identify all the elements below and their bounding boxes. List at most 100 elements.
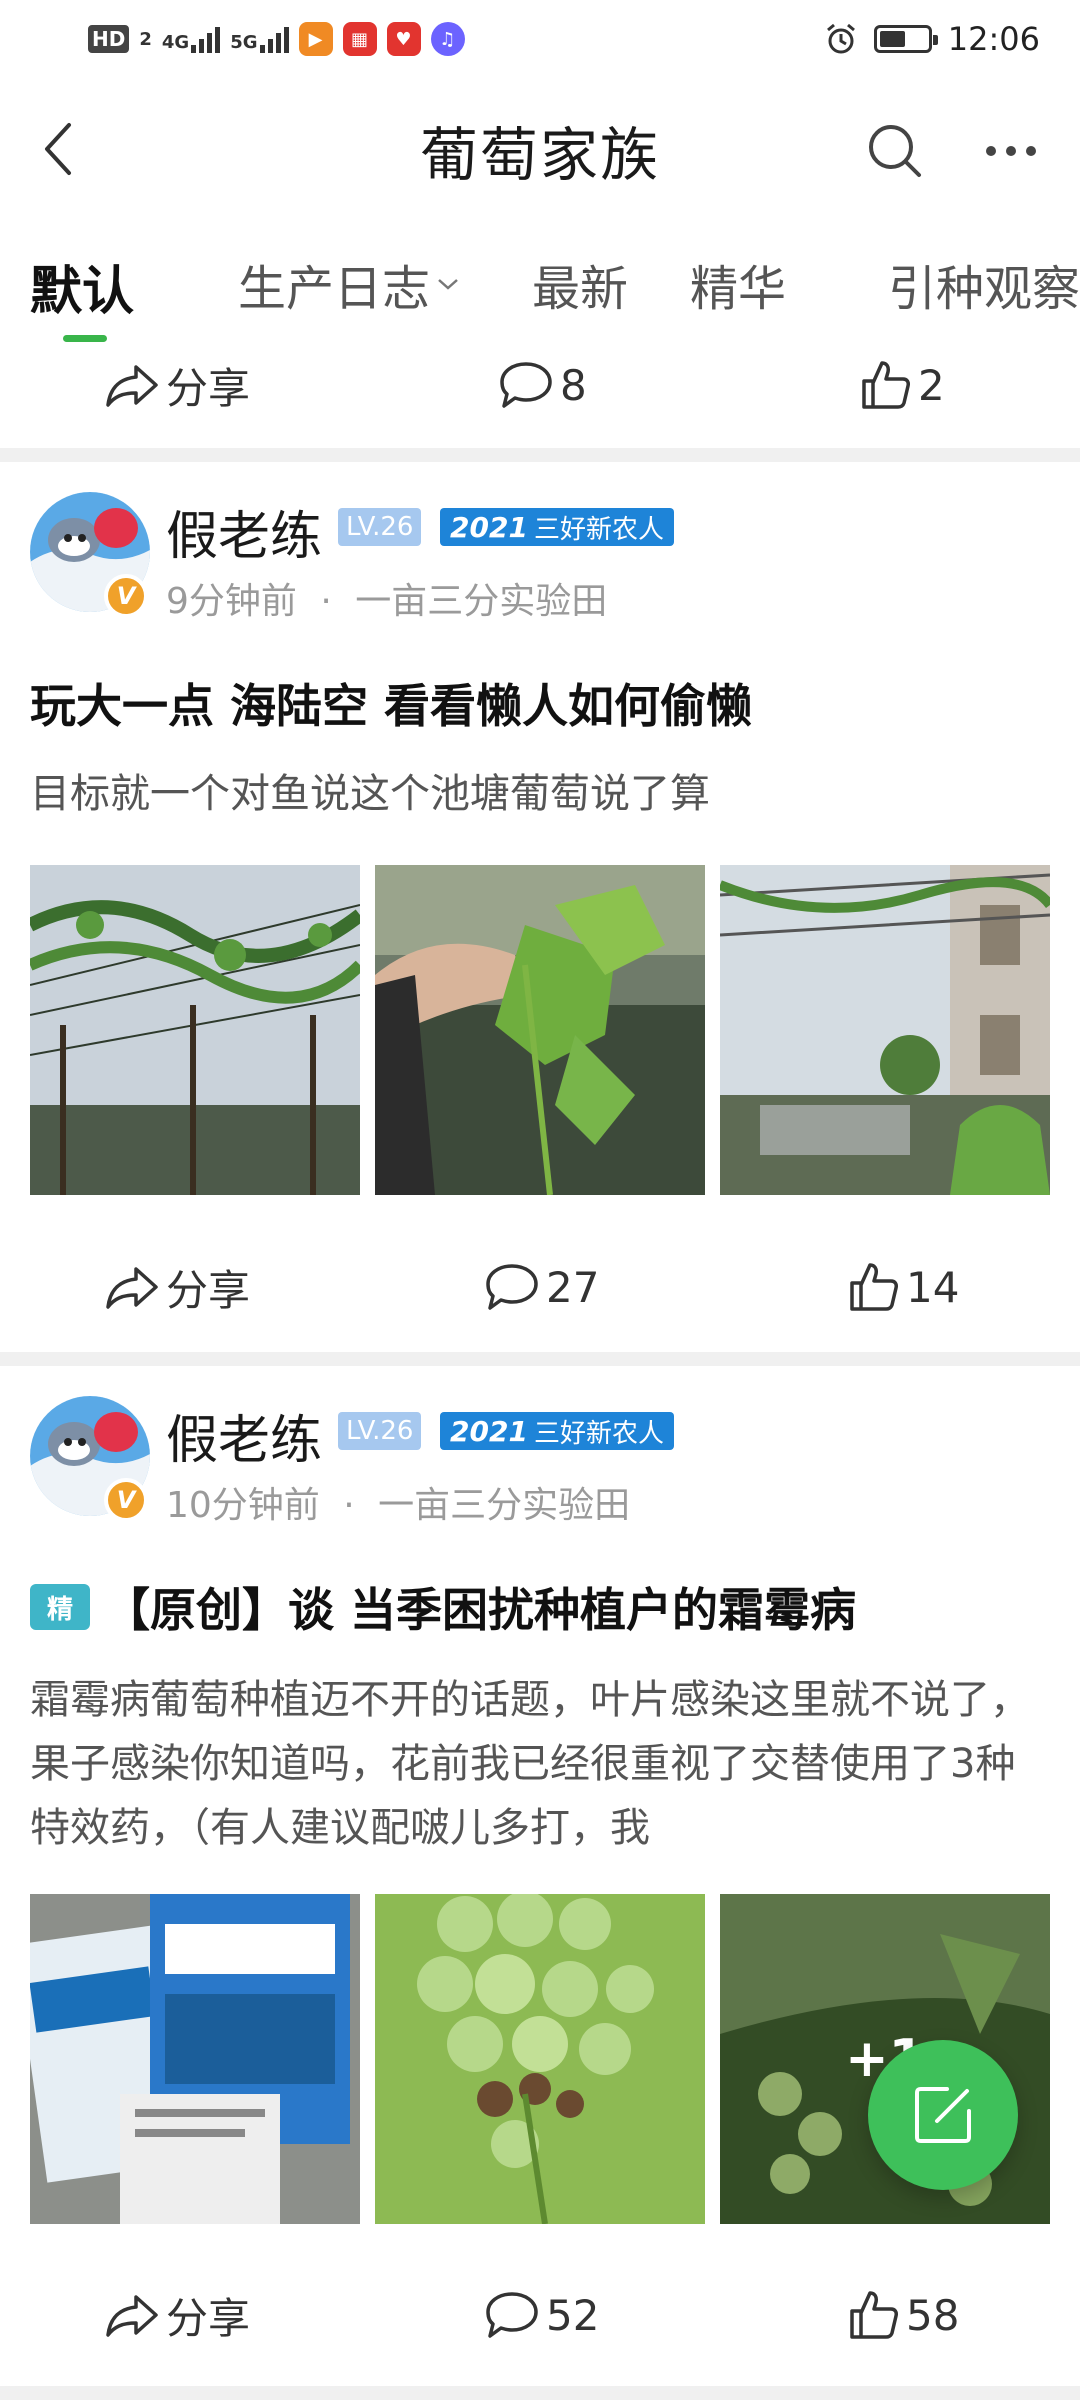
status-bar: HD 2 4G 5G ▶ ▦ ♥ ♫ 12:06 (0, 0, 1080, 78)
tab-variety-observation[interactable]: 引种观察 (888, 249, 1080, 319)
back-button[interactable] (24, 114, 94, 184)
post-meta: 9分钟前 · 一亩三分实验田 (166, 572, 607, 624)
comment-button[interactable]: 8 (498, 340, 587, 430)
essence-tag: 精 (30, 1584, 90, 1630)
section-divider (0, 2386, 1080, 2400)
search-button[interactable] (860, 116, 930, 186)
like-button[interactable]: 14 (848, 1242, 959, 1332)
meta-separator: · (343, 1485, 355, 1526)
chevron-down-icon (438, 279, 458, 290)
post-title-text: 玩大一点 海陆空 看看懒人如何偷懒 (30, 679, 753, 733)
share-label: 分享 (166, 1265, 251, 1315)
alarm-icon (826, 23, 855, 54)
post-actions: 分享 52 58 (0, 2270, 1080, 2360)
comment-button[interactable]: 52 (484, 2270, 599, 2360)
meta-separator: · (320, 581, 332, 622)
thumbs-up-icon (862, 361, 910, 409)
post-excerpt[interactable]: 霜霉病葡萄种植迈不开的话题，叶片感染这里就不说了，果子感染你知道吗，花前我已经很… (30, 1668, 1050, 1860)
author-name[interactable]: 假老练 (166, 1398, 322, 1473)
compose-button[interactable] (868, 2040, 1018, 2190)
author-name[interactable]: 假老练 (166, 494, 322, 569)
play-app-icon: ▶ (298, 22, 333, 56)
network-5g-label: 5G (230, 32, 258, 53)
more-photos-count: +1 (720, 1894, 1050, 2224)
grape-cluster-image (375, 1894, 705, 2224)
post-excerpt[interactable]: 目标就一个对鱼说这个池塘葡萄说了算 (30, 762, 1050, 826)
battery-icon (873, 25, 938, 53)
network-4g-label: 4G (161, 32, 190, 53)
post-photo[interactable] (375, 1894, 705, 2224)
comment-count: 27 (546, 1262, 600, 1312)
tab-essence[interactable]: 精华 (690, 249, 786, 319)
post-time: 9分钟前 (166, 581, 297, 622)
share-button[interactable]: 分享 (104, 340, 250, 430)
more-button[interactable] (976, 116, 1046, 186)
honor-badge: 2021 三好新农人 (440, 508, 674, 546)
tab-bar: 默认 生产日志 最新 精华 引种观察 (0, 235, 1080, 345)
like-count: 2 (918, 360, 945, 410)
hd-indicator: HD (88, 25, 130, 53)
comment-count: 8 (560, 360, 587, 410)
app-header: 葡萄家族 (0, 90, 1080, 210)
like-count: 58 (906, 2290, 960, 2340)
share-icon (106, 365, 158, 407)
sim-indicator: 2 (139, 28, 152, 50)
tab-production-log[interactable]: 生产日志 (238, 249, 460, 319)
music-app-icon: ♫ (430, 22, 465, 56)
post-time: 10分钟前 (166, 1485, 320, 1526)
share-button[interactable]: 分享 (104, 1242, 250, 1332)
like-button[interactable]: 58 (848, 2270, 959, 2360)
share-icon (106, 2295, 158, 2337)
more-dots-icon (986, 146, 1036, 156)
tab-latest[interactable]: 最新 (532, 249, 628, 319)
tab-default[interactable]: 默认 (30, 249, 134, 324)
verified-badge-icon: V (104, 1478, 148, 1522)
level-badge: LV.26 (338, 1412, 422, 1450)
post-photo[interactable]: +1 (720, 1894, 1050, 2224)
clock-time: 12:06 (947, 20, 1040, 58)
thumbs-up-icon (850, 1263, 898, 1311)
post-location[interactable]: 一亩三分实验田 (378, 1485, 630, 1526)
share-label: 分享 (166, 2293, 251, 2343)
post-meta: 10分钟前 · 一亩三分实验田 (166, 1476, 630, 1528)
honor-text: 三好新农人 (533, 514, 664, 545)
grape-leaf-hand-image (375, 865, 705, 1195)
post-photo[interactable] (30, 865, 360, 1195)
pond-vineyard-image (720, 865, 1050, 1195)
post-photo[interactable] (720, 865, 1050, 1195)
signal-icon (191, 25, 221, 53)
network-5g-indicator: 5G (230, 25, 289, 53)
like-button[interactable]: 2 (860, 340, 945, 430)
signal-icon (259, 25, 289, 53)
honor-badge: 2021 三好新农人 (440, 1412, 674, 1450)
comment-icon (486, 2292, 538, 2338)
post-location[interactable]: 一亩三分实验田 (355, 581, 607, 622)
post-title[interactable]: 玩大一点 海陆空 看看懒人如何偷懒 (30, 670, 1050, 736)
like-count: 14 (906, 1262, 960, 1312)
fungicide-packets-image (30, 1894, 360, 2224)
section-divider (0, 1352, 1080, 1366)
post-photo[interactable] (30, 1894, 360, 2224)
search-icon (869, 125, 921, 177)
thumbs-up-icon (850, 2291, 898, 2339)
comment-icon (486, 1264, 538, 1310)
photo-grid (30, 865, 1050, 1195)
post-photo[interactable] (375, 865, 705, 1195)
comment-button[interactable]: 27 (484, 1242, 599, 1332)
post-actions: 分享 27 14 (0, 1242, 1080, 1332)
post-card[interactable]: V 假老练 LV.26 2021 三好新农人 10分钟前 · 一亩三分实验田 精… (0, 1366, 1080, 2386)
post-card[interactable]: V 假老练 LV.26 2021 三好新农人 9分钟前 · 一亩三分实验田 玩大… (0, 462, 1080, 1352)
post-title[interactable]: 精 【原创】谈 当季困扰种植户的霜霉病 (30, 1574, 1050, 1640)
heart-app-icon: ♥ (386, 22, 421, 56)
honor-text: 三好新农人 (533, 1418, 664, 1449)
vineyard-trellis-image (30, 865, 360, 1195)
network-4g-indicator: 4G (161, 25, 221, 53)
share-button[interactable]: 分享 (104, 2270, 250, 2360)
share-icon (106, 1267, 158, 1309)
honor-year: 2021 (450, 510, 528, 544)
tab-production-log-label: 生产日志 (238, 261, 431, 317)
section-divider (0, 448, 1080, 462)
comment-count: 52 (546, 2290, 600, 2340)
share-label: 分享 (166, 363, 251, 413)
book-app-icon: ▦ (342, 22, 377, 56)
